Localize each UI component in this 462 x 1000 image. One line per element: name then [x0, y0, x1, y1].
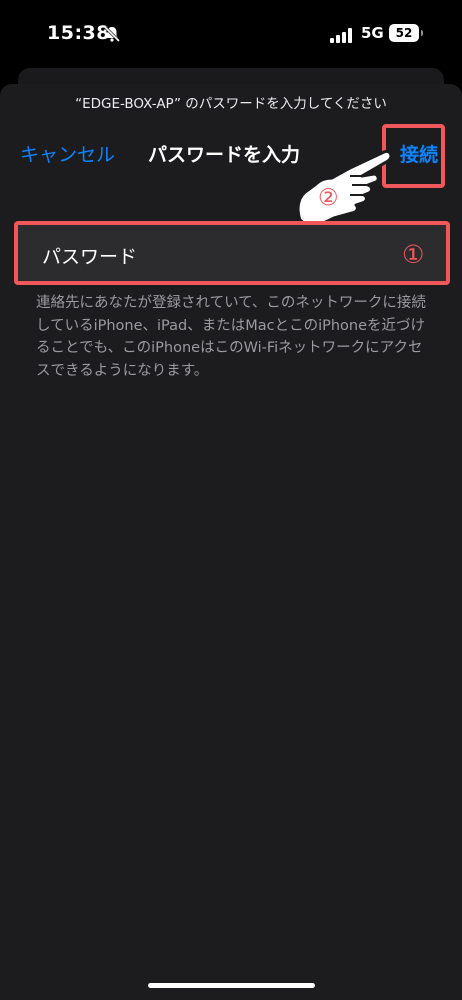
bell-slash-icon: [103, 25, 121, 43]
network-prompt: “EDGE-BOX-AP” のパスワードを入力してください: [75, 96, 387, 112]
status-time: 15:38: [47, 22, 110, 44]
battery-icon: 52: [389, 24, 419, 42]
sharing-note: 連絡先にあなたが登録されていて、このネットワークに接続しているiPhone、iP…: [36, 295, 426, 379]
connect-button[interactable]: 接続: [400, 140, 438, 167]
step-1-marker: ①: [402, 240, 425, 269]
cancel-button[interactable]: キャンセル: [20, 140, 115, 167]
network-type: 5G: [361, 24, 384, 42]
battery-tip: [421, 30, 423, 36]
step-2-marker: ②: [318, 185, 339, 211]
home-indicator[interactable]: [148, 983, 315, 988]
password-input[interactable]: パスワード: [42, 242, 137, 269]
status-bar: 15:38 5G 52: [0, 0, 462, 64]
signal-bars-icon: [330, 28, 352, 43]
sheet-title: パスワードを入力: [148, 144, 301, 166]
